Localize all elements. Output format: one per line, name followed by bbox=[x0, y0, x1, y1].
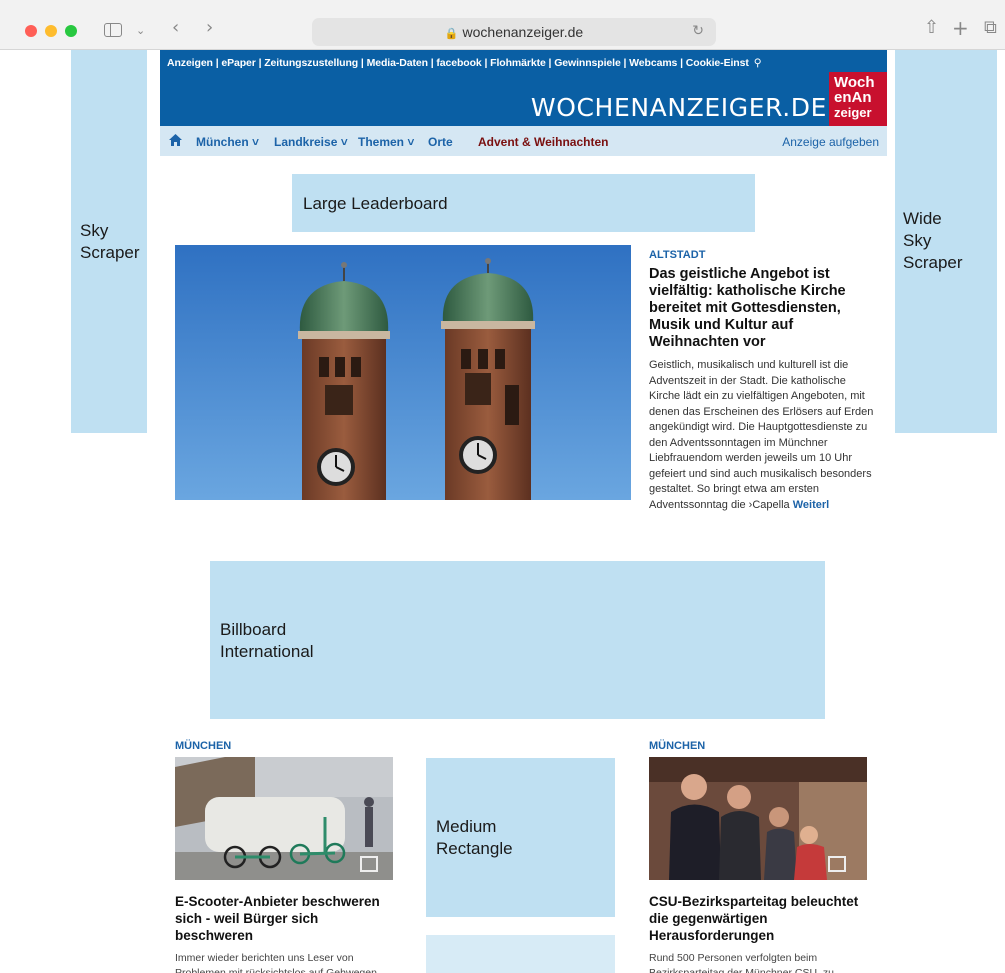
card-image[interactable] bbox=[175, 757, 393, 880]
zoom-window-button[interactable] bbox=[65, 25, 77, 37]
ad-label: Large Leaderboard bbox=[303, 194, 448, 213]
close-window-button[interactable] bbox=[25, 25, 37, 37]
card-title[interactable]: E-Scooter-Anbieter beschweren sich - wei… bbox=[175, 893, 393, 944]
nav-item-orte[interactable]: Orte bbox=[428, 135, 453, 149]
card-image[interactable] bbox=[649, 757, 867, 880]
forward-icon[interactable]: › bbox=[206, 19, 213, 37]
ad-label: Billboard bbox=[220, 620, 287, 639]
card-title[interactable]: CSU-Bezirksparteitag beleuchtet die gege… bbox=[649, 893, 867, 944]
hero-body-text: Geistlich, musikalisch und kulturell ist… bbox=[649, 359, 874, 511]
home-icon[interactable] bbox=[169, 134, 182, 146]
ad-wide-sky-scraper[interactable]: Wide Sky Scraper bbox=[895, 50, 997, 433]
ad-label: Sky bbox=[80, 221, 109, 240]
logo-text: zeiger bbox=[834, 105, 872, 120]
hero-body: Geistlich, musikalisch und kulturell ist… bbox=[649, 358, 875, 513]
nav-item-landkreise[interactable]: Landkreise ˅ bbox=[274, 135, 348, 149]
ad-label: Rectangle bbox=[436, 839, 513, 858]
minimize-window-button[interactable] bbox=[45, 25, 57, 37]
hero-article[interactable]: ALTSTADT Das geistliche Angebot ist viel… bbox=[649, 249, 875, 551]
site-logo[interactable]: Woch enAn zeiger bbox=[829, 72, 887, 126]
ad-medium-rectangle[interactable]: Medium Rectangle bbox=[426, 758, 615, 917]
card-body: Immer wieder berichten uns Leser von Pro… bbox=[175, 952, 377, 973]
share-icon[interactable]: ⇧ bbox=[924, 19, 939, 37]
tab-overview-icon[interactable]: ⧉ bbox=[984, 19, 997, 37]
nav-item-muenchen[interactable]: München ˅ bbox=[196, 135, 259, 149]
top-nav-links[interactable]: Anzeigen | ePaper | Zeitungszustellung |… bbox=[167, 57, 749, 69]
ad-sky-scraper[interactable]: Sky Scraper bbox=[71, 50, 147, 433]
hero-title[interactable]: Das geistliche Angebot ist vielfältig: k… bbox=[649, 266, 875, 351]
main-navigation: München ˅ Landkreise ˅ Themen ˅ Orte Adv… bbox=[160, 126, 887, 156]
ad-label: Wide bbox=[903, 209, 942, 228]
ad-label: Scraper bbox=[903, 253, 963, 272]
nav-item-themen[interactable]: Themen ˅ bbox=[358, 135, 414, 149]
ad-label: International bbox=[220, 642, 314, 661]
ad-billboard-international[interactable]: Billboard International bbox=[210, 561, 825, 719]
site-header: Anzeigen | ePaper | Zeitungszustellung |… bbox=[160, 50, 887, 126]
address-bar[interactable]: 🔒 wochenanzeiger.de ↻ bbox=[312, 18, 716, 46]
ad-label: Sky bbox=[903, 231, 932, 250]
article-card[interactable]: MÜNCHEN E-Scooter-Anbieter beschweren si… bbox=[175, 740, 393, 973]
article-card[interactable]: MÜNCHEN CSU-Bezirksparteitag beleuchtet … bbox=[649, 740, 867, 973]
new-tab-icon[interactable]: + bbox=[952, 18, 969, 38]
sidebar-toggle-icon[interactable] bbox=[104, 23, 122, 37]
read-more-link[interactable]: Weiterl bbox=[793, 499, 829, 511]
back-icon[interactable]: ‹ bbox=[172, 19, 179, 37]
reload-icon[interactable]: ↻ bbox=[692, 23, 704, 39]
card-kicker[interactable]: MÜNCHEN bbox=[649, 740, 867, 752]
top-navigation[interactable]: Anzeigen | ePaper | Zeitungszustellung |… bbox=[167, 57, 761, 69]
logo-text: enAn bbox=[834, 89, 872, 106]
card-kicker[interactable]: MÜNCHEN bbox=[175, 740, 393, 752]
ad-slot-secondary[interactable] bbox=[426, 935, 615, 973]
browser-toolbar: ⌄ ‹ › 🔒 wochenanzeiger.de ↻ ⇧ + ⧉ bbox=[0, 0, 1005, 50]
ad-label: Medium bbox=[436, 817, 497, 836]
logo-text: Woch bbox=[834, 74, 875, 91]
ad-label: Scraper bbox=[80, 243, 140, 262]
nav-cta-anzeige[interactable]: Anzeige aufgeben bbox=[782, 135, 879, 149]
hero-kicker[interactable]: ALTSTADT bbox=[649, 249, 875, 261]
nav-item-advent[interactable]: Advent & Weihnachten bbox=[478, 135, 608, 149]
search-icon[interactable]: ⚲ bbox=[754, 57, 762, 69]
hero-image[interactable] bbox=[175, 245, 631, 500]
chevron-down-icon[interactable]: ⌄ bbox=[136, 22, 145, 40]
site-brand[interactable]: WOCHENANZEIGER.DE bbox=[531, 93, 827, 122]
url-text: wochenanzeiger.de bbox=[462, 24, 584, 40]
ad-large-leaderboard[interactable]: Large Leaderboard bbox=[292, 174, 755, 232]
lock-icon: 🔒 bbox=[444, 28, 459, 40]
card-body: Rund 500 Personen verfolgten beim Bezirk… bbox=[649, 952, 834, 973]
